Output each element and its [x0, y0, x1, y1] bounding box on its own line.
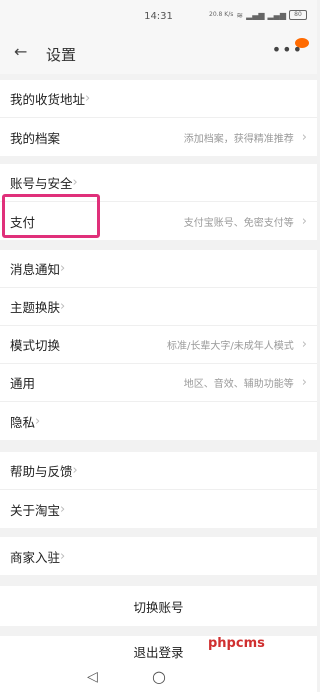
row-label: 帮助与反馈 — [10, 464, 73, 479]
nav-back-icon[interactable]: ◁ — [87, 669, 98, 685]
row-label: 模式切换 — [10, 338, 61, 353]
row-privacy[interactable]: 隐私 › — [0, 402, 317, 440]
row-theme[interactable]: 主题换肤 › — [0, 288, 317, 326]
settings-group-3: 消息通知 › 主题换肤 › 模式切换 标准/长辈大字/未成年人模式 › 通用 地… — [0, 250, 317, 440]
chevron-right-icon: › — [35, 413, 41, 429]
row-mode-switch[interactable]: 模式切换 标准/长辈大字/未成年人模式 › — [0, 326, 317, 364]
system-nav-bar: ◁ ○ — [0, 666, 317, 692]
row-help-feedback[interactable]: 帮助与反馈 › — [0, 452, 317, 490]
chevron-right-icon: › — [301, 129, 307, 145]
logout-button[interactable]: 退出登录 — [0, 636, 317, 666]
back-arrow-icon[interactable]: ← — [14, 42, 27, 61]
nav-home-icon[interactable]: ○ — [152, 667, 166, 686]
row-label: 主题换肤 — [10, 300, 61, 315]
row-hint: 标准/长辈大字/未成年人模式 — [167, 341, 294, 352]
row-notifications[interactable]: 消息通知 › — [0, 250, 317, 288]
row-merchant-join[interactable]: 商家入驻 › — [0, 537, 317, 575]
chevron-right-icon: › — [60, 548, 66, 564]
chevron-right-icon: › — [72, 175, 78, 190]
row-label: 消息通知 — [10, 262, 61, 277]
net-speed: 20.8 K/s — [209, 11, 234, 18]
row-label: 隐私 — [10, 414, 36, 430]
row-about[interactable]: 关于淘宝 › — [0, 490, 317, 528]
row-label: 我的收货地址 — [10, 92, 86, 107]
settings-group-4: 帮助与反馈 › 关于淘宝 › — [0, 452, 317, 528]
row-label: 我的档案 — [10, 130, 61, 146]
settings-group-1: 我的收货地址 › 我的档案 添加档案，获得精准推荐 › — [0, 80, 317, 156]
status-icons: 20.8 K/s ≋ ▂▄▆ ▂▄▆ 80 — [209, 10, 307, 20]
settings-group-5: 商家入驻 › — [0, 537, 317, 575]
row-label: 关于淘宝 — [10, 502, 61, 518]
row-general[interactable]: 通用 地区、音效、辅助功能等 › — [0, 364, 317, 402]
battery-icon: 80 — [289, 10, 307, 20]
row-label: 账号与安全 — [10, 176, 73, 191]
chevron-right-icon: › — [60, 261, 66, 276]
row-hint: 支付宝账号、免密支付等 — [183, 217, 294, 229]
watermark: phpcms — [208, 636, 265, 651]
page-header: ← 设置 ••• — [0, 34, 317, 74]
page-title: 设置 — [46, 46, 77, 64]
chevron-right-icon: › — [85, 91, 91, 106]
chevron-right-icon: › — [301, 213, 307, 229]
chevron-right-icon: › — [72, 463, 78, 478]
row-label: 商家入驻 — [10, 549, 61, 565]
row-hint: 地区、音效、辅助功能等 — [183, 379, 294, 390]
signal-icon: ▂▄▆ — [246, 10, 265, 20]
status-bar: 14:31 20.8 K/s ≋ ▂▄▆ ▂▄▆ 80 — [0, 0, 317, 34]
signal-icon-2: ▂▄▆ — [267, 10, 286, 20]
row-shipping-address[interactable]: 我的收货地址 › — [0, 80, 317, 118]
row-my-profile[interactable]: 我的档案 添加档案，获得精准推荐 › — [0, 118, 317, 156]
highlight-box — [2, 194, 100, 238]
chevron-right-icon: › — [60, 501, 66, 517]
row-hint: 添加档案，获得精准推荐 — [183, 133, 294, 145]
switch-account-button[interactable]: 切换账号 — [0, 586, 317, 626]
chevron-right-icon: › — [301, 337, 307, 352]
chevron-right-icon: › — [301, 375, 307, 390]
wifi-icon: ≋ — [236, 10, 244, 20]
more-icon[interactable]: ••• — [272, 40, 303, 59]
row-label: 通用 — [10, 376, 36, 391]
chevron-right-icon: › — [60, 299, 66, 314]
